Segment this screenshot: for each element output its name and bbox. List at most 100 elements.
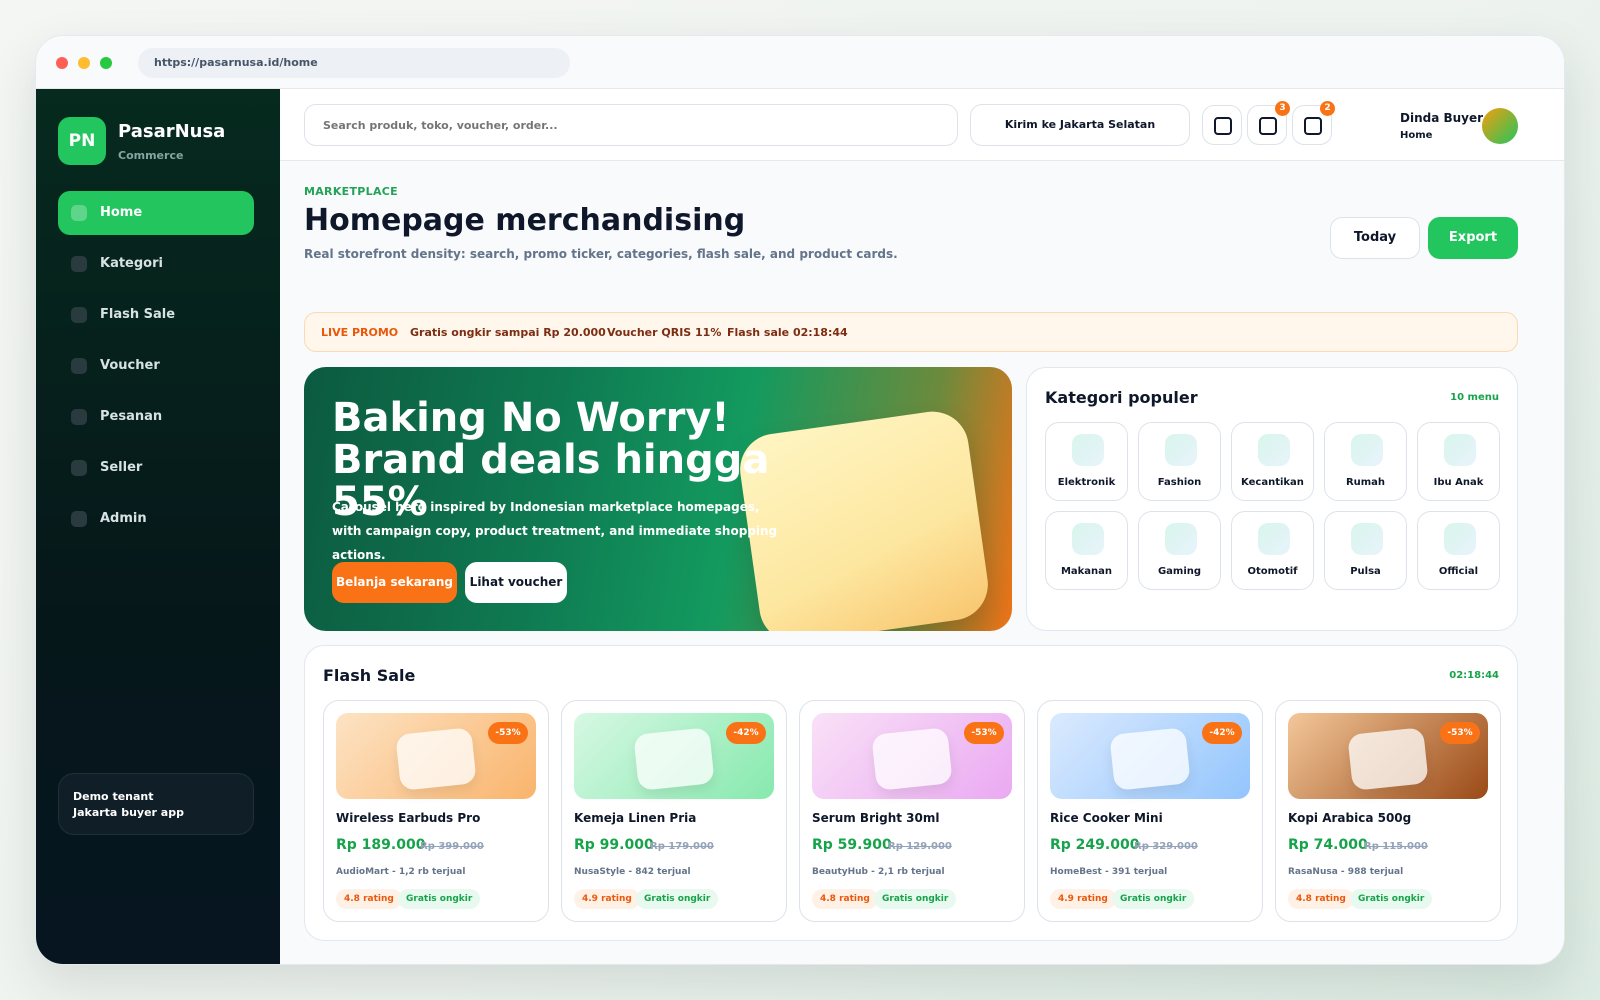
- close-window-button[interactable]: [56, 57, 68, 69]
- product-name[interactable]: Kopi Arabica 500g: [1288, 811, 1411, 825]
- top-bar: Kirim ke Jakarta Selatan 3 2 Dinda Buyer…: [280, 89, 1564, 161]
- ship-to-button[interactable]: Kirim ke Jakarta Selatan: [970, 104, 1190, 146]
- user-role: Home: [1400, 130, 1433, 141]
- main-content: Kirim ke Jakarta Selatan 3 2 Dinda Buyer…: [280, 89, 1564, 964]
- categories-panel: Kategori populer 10 menu Elektronik Fash…: [1026, 367, 1518, 631]
- rating-tag: 4.9 rating: [574, 889, 640, 909]
- category-tile[interactable]: Pulsa: [1324, 511, 1407, 590]
- category-label: Elektronik: [1057, 477, 1116, 488]
- page-subtitle: Real storefront density: search, promo t…: [304, 247, 898, 261]
- maximize-window-button[interactable]: [100, 57, 112, 69]
- ticker-item[interactable]: Voucher QRIS 11%: [607, 326, 721, 339]
- category-tile[interactable]: Otomotif: [1231, 511, 1314, 590]
- category-icon: [71, 256, 87, 272]
- sidebar-item-home[interactable]: Home: [58, 191, 254, 235]
- category-tile[interactable]: Kecantikan: [1231, 422, 1314, 501]
- icon-button-3[interactable]: 2: [1292, 101, 1335, 145]
- tenant-line: Jakarta buyer app: [73, 806, 184, 819]
- sidebar-item-voucher[interactable]: Voucher: [58, 344, 254, 388]
- free-shipping-tag: Gratis ongkir: [1112, 889, 1195, 909]
- search-input[interactable]: [304, 104, 958, 146]
- product-card[interactable]: -53% Kopi Arabica 500g Rp 74.000 Rp 115.…: [1275, 700, 1501, 922]
- product-old-price: Rp 115.000: [1364, 841, 1428, 852]
- avatar[interactable]: [1482, 108, 1518, 144]
- product-card[interactable]: -42% Kemeja Linen Pria Rp 99.000 Rp 179.…: [561, 700, 787, 922]
- free-shipping-tag: Gratis ongkir: [636, 889, 719, 909]
- category-label: Pulsa: [1350, 566, 1381, 577]
- square-icon: [1259, 117, 1277, 135]
- categories-count[interactable]: 10 menu: [1450, 392, 1499, 403]
- product-art: [1347, 727, 1429, 791]
- product-card[interactable]: -53% Wireless Earbuds Pro Rp 189.000 Rp …: [323, 700, 549, 922]
- product-old-price: Rp 129.000: [888, 841, 952, 852]
- product-image[interactable]: -53%: [1288, 713, 1488, 799]
- sidebar-item-label: Pesanan: [100, 409, 163, 424]
- minimize-window-button[interactable]: [78, 57, 90, 69]
- category-icon: [1351, 523, 1383, 555]
- admin-icon: [71, 511, 87, 527]
- product-art: [871, 727, 953, 791]
- category-tile[interactable]: Ibu Anak: [1417, 422, 1500, 501]
- category-icon: [1258, 523, 1290, 555]
- icon-button-2[interactable]: 3: [1247, 101, 1290, 145]
- today-button[interactable]: Today: [1330, 217, 1420, 259]
- category-tile[interactable]: Fashion: [1138, 422, 1221, 501]
- sidebar-item-flash-sale[interactable]: Flash Sale: [58, 293, 254, 337]
- category-label: Official: [1438, 566, 1479, 577]
- square-icon: [1304, 117, 1322, 135]
- product-image[interactable]: -53%: [812, 713, 1012, 799]
- hero-description: Carousel hero inspired by Indonesian mar…: [332, 500, 778, 562]
- sidebar-item-admin[interactable]: Admin: [58, 497, 254, 541]
- product-name[interactable]: Wireless Earbuds Pro: [336, 811, 480, 825]
- product-name[interactable]: Serum Bright 30ml: [812, 811, 939, 825]
- hero-banner[interactable]: Baking No Worry! Brand deals hingga 55% …: [304, 367, 1012, 631]
- discount-badge: -42%: [726, 722, 766, 744]
- square-icon: [1214, 117, 1232, 135]
- categories-title: Kategori populer: [1045, 388, 1198, 407]
- voucher-icon: [71, 358, 87, 374]
- product-name[interactable]: Rice Cooker Mini: [1050, 811, 1163, 825]
- sidebar-item-kategori[interactable]: Kategori: [58, 242, 254, 286]
- product-old-price: Rp 179.000: [650, 841, 714, 852]
- ticker-item[interactable]: Flash sale 02:18:44: [727, 326, 848, 339]
- product-image[interactable]: -53%: [336, 713, 536, 799]
- product-price: Rp 74.000: [1288, 837, 1368, 853]
- view-voucher-button[interactable]: Lihat voucher: [465, 562, 567, 603]
- product-card[interactable]: -42% Rice Cooker Mini Rp 249.000 Rp 329.…: [1037, 700, 1263, 922]
- category-icon: [1165, 523, 1197, 555]
- product-price: Rp 59.900: [812, 837, 892, 853]
- category-label: Rumah: [1345, 477, 1386, 488]
- sidebar-item-pesanan[interactable]: Pesanan: [58, 395, 254, 439]
- category-tile[interactable]: Official: [1417, 511, 1500, 590]
- brand-logo[interactable]: PN: [58, 117, 106, 165]
- ticker-item[interactable]: Gratis ongkir sampai Rp 20.000: [410, 326, 606, 339]
- product-meta: NusaStyle - 842 terjual: [574, 867, 691, 877]
- category-tile[interactable]: Elektronik: [1045, 422, 1128, 501]
- title-bar: https://pasarnusa.id/home: [36, 36, 1564, 89]
- shop-now-button[interactable]: Belanja sekarang: [332, 562, 457, 603]
- tenant-card[interactable]: Demo tenant Jakarta buyer app: [58, 773, 254, 835]
- discount-badge: -53%: [964, 722, 1004, 744]
- product-art: [1109, 727, 1191, 791]
- icon-button-1[interactable]: [1202, 105, 1242, 145]
- rating-tag: 4.8 rating: [336, 889, 402, 909]
- product-image[interactable]: -42%: [574, 713, 774, 799]
- flash-icon: [71, 307, 87, 323]
- product-card[interactable]: -53% Serum Bright 30ml Rp 59.900 Rp 129.…: [799, 700, 1025, 922]
- product-price: Rp 99.000: [574, 837, 654, 853]
- category-tile[interactable]: Gaming: [1138, 511, 1221, 590]
- category-tile[interactable]: Rumah: [1324, 422, 1407, 501]
- product-name[interactable]: Kemeja Linen Pria: [574, 811, 696, 825]
- category-tile[interactable]: Makanan: [1045, 511, 1128, 590]
- page-title: Homepage merchandising: [304, 203, 746, 238]
- product-image[interactable]: -42%: [1050, 713, 1250, 799]
- category-icon: [1444, 434, 1476, 466]
- export-button[interactable]: Export: [1428, 217, 1518, 259]
- flash-sale-title: Flash Sale: [323, 666, 416, 685]
- category-icon: [1444, 523, 1476, 555]
- home-icon: [71, 205, 87, 221]
- product-old-price: Rp 399.000: [420, 841, 484, 852]
- address-bar[interactable]: https://pasarnusa.id/home: [138, 48, 570, 78]
- product-meta: AudioMart - 1,2 rb terjual: [336, 867, 466, 877]
- sidebar-item-seller[interactable]: Seller: [58, 446, 254, 490]
